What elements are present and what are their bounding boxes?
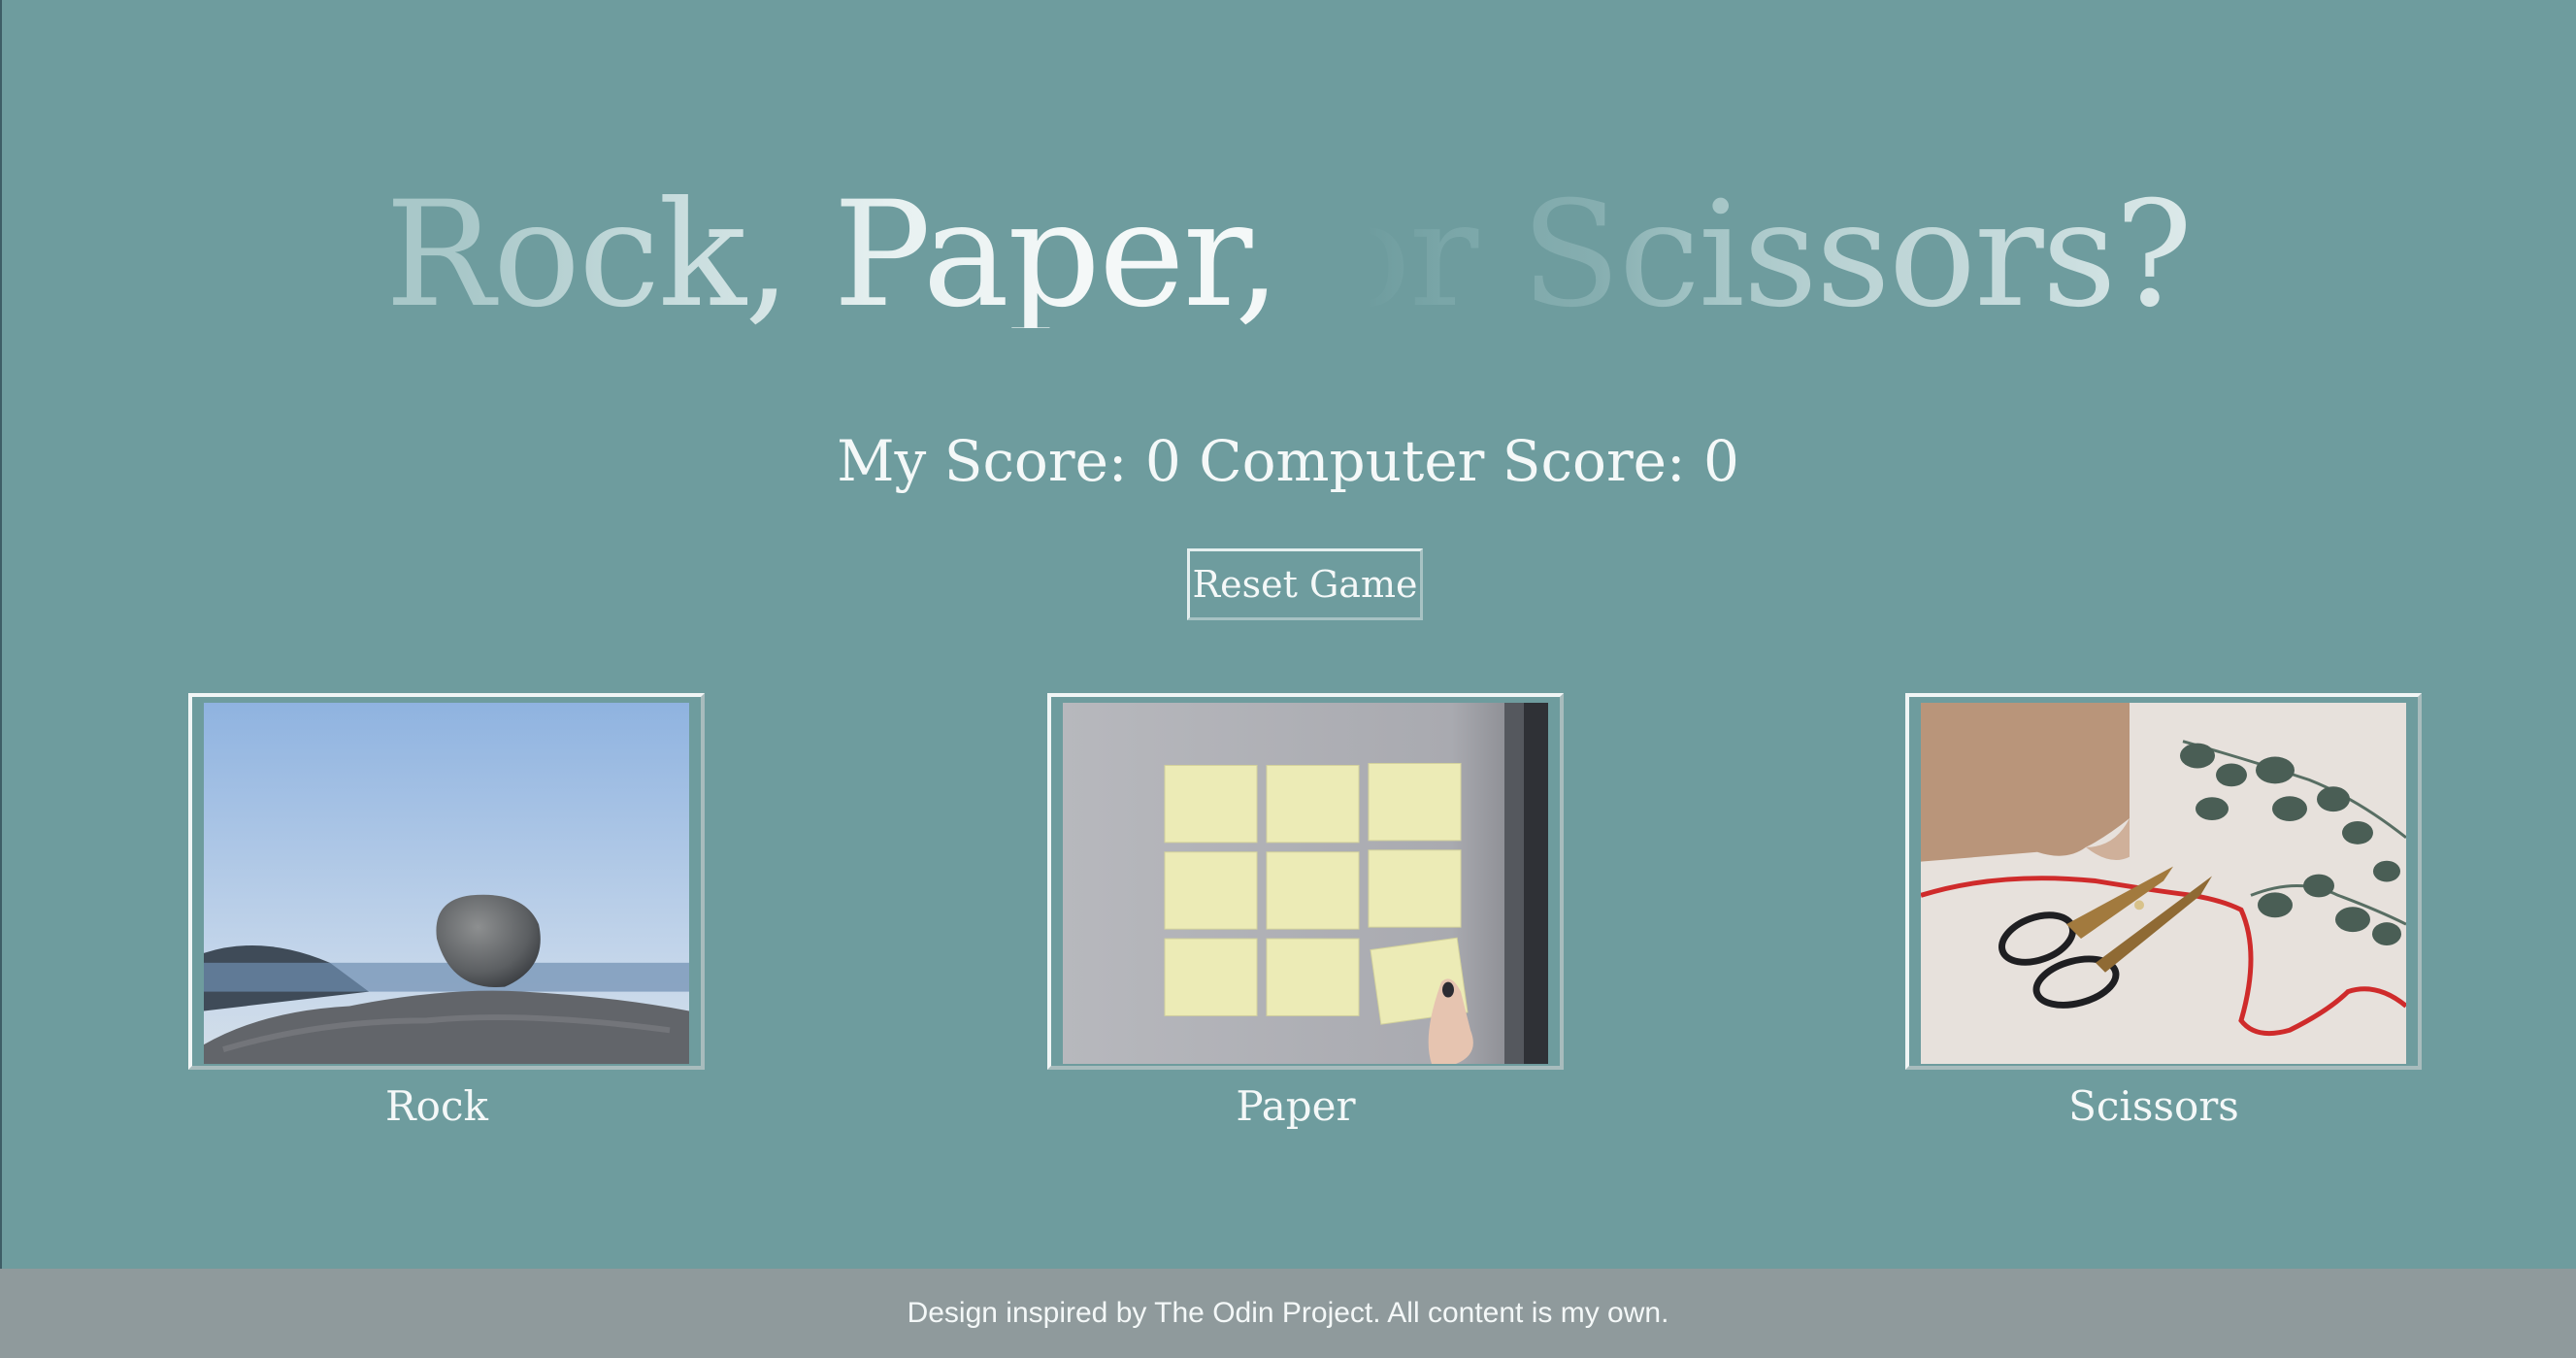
game-page: Rock, Paper, or Scissors? My Score: 0 Co…	[0, 0, 2576, 1358]
choice-paper: Paper	[1047, 693, 1564, 1130]
footer: Design inspired by The Odin Project. All…	[0, 1269, 2576, 1358]
rock-label: Rock	[385, 1082, 488, 1130]
page-title: Rock, Paper, or Scissors?	[0, 182, 2576, 328]
scoreboard: My Score: 0 Computer Score: 0	[0, 427, 2576, 495]
rock-photo	[204, 703, 689, 1064]
choice-rock: Rock	[188, 693, 705, 1130]
computer-score-label: Computer Score:	[1180, 428, 1703, 494]
rock-choice-button[interactable]	[188, 693, 705, 1070]
paper-choice-button[interactable]	[1047, 693, 1564, 1070]
sticky-notes-photo	[1063, 703, 1548, 1064]
scissors-label: Scissors	[2068, 1082, 2239, 1130]
scissors-photo	[1921, 703, 2406, 1064]
footer-text: Design inspired by The Odin Project. All…	[907, 1297, 1669, 1329]
my-score-label: My Score:	[837, 428, 1145, 494]
paper-label: Paper	[1236, 1082, 1356, 1130]
choice-scissors: Scissors	[1905, 693, 2422, 1130]
scissors-choice-button[interactable]	[1905, 693, 2422, 1070]
reset-game-button[interactable]: Reset Game	[1187, 548, 1423, 620]
my-score-value: 0	[1144, 428, 1181, 494]
computer-score-value: 0	[1702, 428, 1739, 494]
